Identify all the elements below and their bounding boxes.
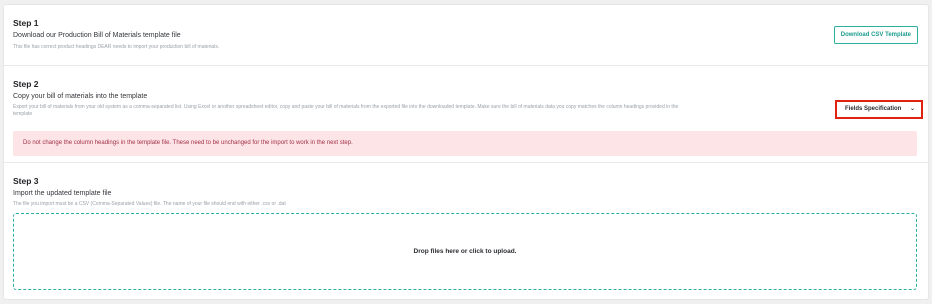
column-headings-warning: Do not change the column headings in the… — [13, 131, 917, 156]
step-3-help-text: The file you import must be a CSV (Comma… — [13, 201, 286, 207]
import-panel: Step 1 Download our Production Bill of M… — [4, 5, 928, 299]
dropzone-label: Drop files here or click to upload. — [413, 248, 517, 255]
fields-specification-button[interactable]: Fields Specification ⌄ — [835, 100, 923, 119]
step-1-section: Step 1 Download our Production Bill of M… — [4, 5, 928, 66]
step-2-help-line-2: template — [13, 111, 33, 117]
step-2-help-line-1: Export your bill of materials from your … — [13, 104, 679, 110]
step-2-subtitle: Copy your bill of materials into the tem… — [13, 93, 148, 100]
step-3-section: Step 3 Import the updated template file … — [4, 163, 928, 299]
step-3-title: Step 3 — [13, 176, 39, 186]
step-1-title: Step 1 — [13, 18, 39, 28]
step-2-help-text: Export your bill of materials from your … — [13, 104, 813, 118]
download-csv-template-button[interactable]: Download CSV Template — [833, 26, 918, 44]
step-2-title: Step 2 — [13, 79, 39, 89]
step-1-subtitle: Download our Production Bill of Material… — [13, 32, 181, 39]
step-1-help-text: This file has correct product headings D… — [13, 44, 220, 50]
chevron-down-icon: ⌄ — [909, 106, 915, 112]
step-3-subtitle: Import the updated template file — [13, 190, 112, 197]
step-2-section: Step 2 Copy your bill of materials into … — [4, 66, 928, 163]
fields-specification-label: Fields Specification — [845, 106, 902, 112]
file-upload-dropzone[interactable]: Drop files here or click to upload. — [13, 213, 917, 290]
